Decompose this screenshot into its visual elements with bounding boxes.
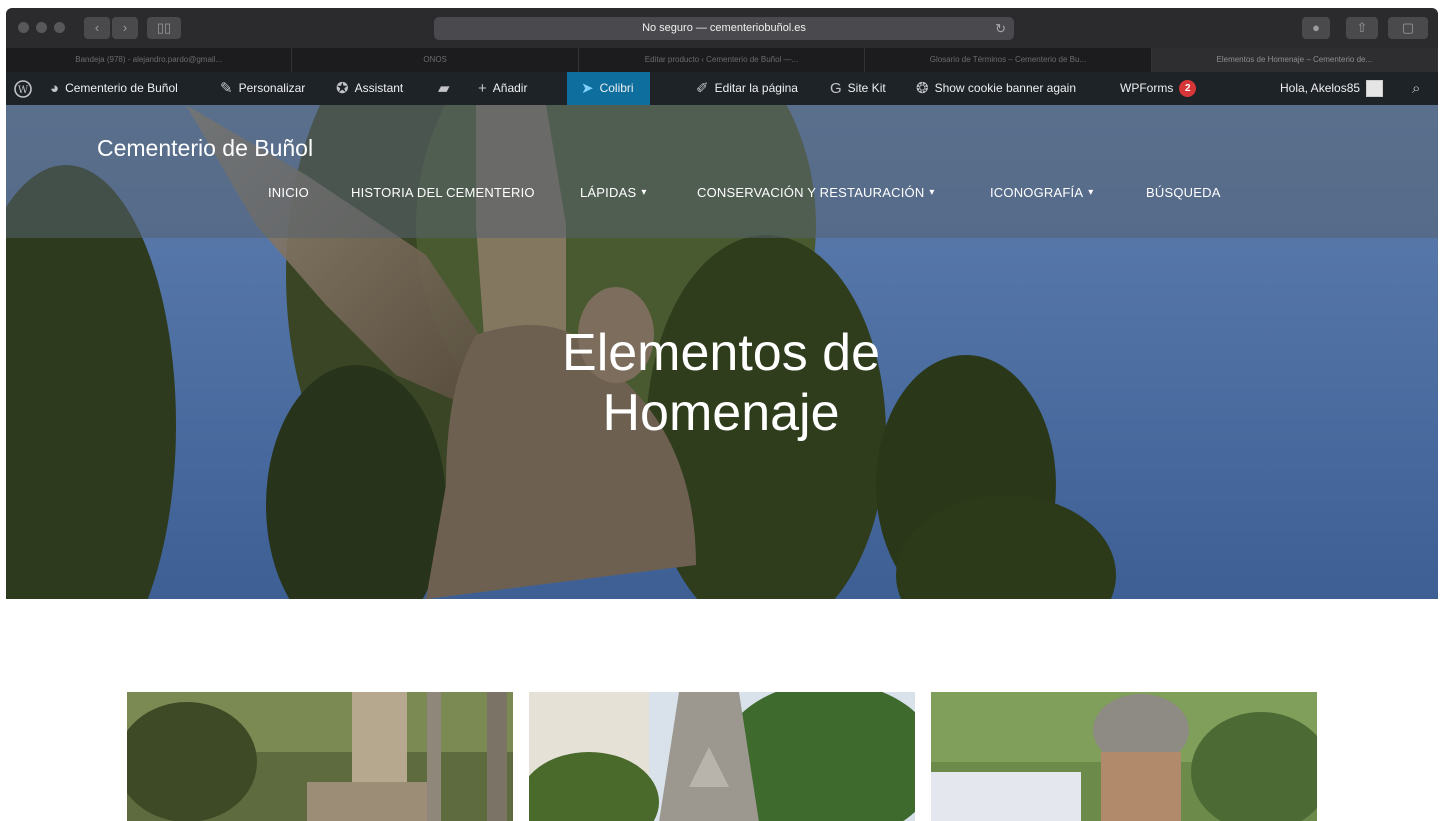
cookie-icon: ❂	[916, 80, 929, 97]
address-bar[interactable]: No seguro — cementeriobuñol.es ↻	[434, 17, 1014, 40]
admin-wpforms[interactable]: WPForms 2	[1120, 72, 1197, 105]
gallery-image	[529, 692, 915, 821]
header-overlay	[6, 105, 1438, 238]
wordpress-logo-icon[interactable]: W	[14, 72, 32, 105]
tab-bar: Bandeja (978) - alejandro.pardo@gmail...…	[6, 48, 1438, 72]
nav-item-busqueda[interactable]: BÚSQUEDA	[1146, 185, 1221, 200]
address-text: No seguro — cementeriobuñol.es	[642, 22, 806, 34]
admin-comments[interactable]: ▰	[438, 72, 450, 105]
page-title: Elementos de Homenaje	[436, 323, 1006, 443]
reload-icon[interactable]: ↻	[995, 17, 1006, 40]
browser-tab-active[interactable]: Elementos de Homenaje – Cementerio de...	[1151, 48, 1438, 72]
colibri-icon: ➤	[581, 80, 594, 97]
nav-item-iconografia[interactable]: ICONOGRAFÍA ▾	[990, 185, 1093, 200]
nav-item-historia[interactable]: HISTORIA DEL CEMENTERIO	[351, 185, 535, 200]
wpforms-count-badge: 2	[1179, 80, 1197, 97]
admin-add-new[interactable]: + Añadir	[478, 72, 527, 105]
gallery-card-3[interactable]	[931, 692, 1317, 821]
gallery-card-2[interactable]	[529, 692, 915, 821]
gallery-image	[931, 692, 1317, 821]
share-button[interactable]: ⇧	[1346, 17, 1378, 39]
chevron-down-icon: ▾	[929, 187, 935, 198]
gallery-image	[127, 692, 513, 821]
browser-toolbar: ‹ › ▯▯ No seguro — cementeriobuñol.es ↻ …	[6, 8, 1438, 48]
site-title[interactable]: Cementerio de Buñol	[97, 135, 313, 162]
forward-button[interactable]: ›	[112, 17, 138, 39]
nav-item-lapidas[interactable]: LÁPIDAS ▾	[580, 185, 647, 200]
tab-overview-button[interactable]: ▢	[1388, 17, 1428, 39]
assistant-icon: ✪	[336, 80, 349, 97]
admin-edit-page[interactable]: ✐ Editar la página	[696, 72, 798, 105]
close-window-button[interactable]	[18, 22, 29, 33]
minimize-window-button[interactable]	[36, 22, 47, 33]
browser-tab[interactable]: Bandeja (978) - alejandro.pardo@gmail...	[6, 48, 293, 72]
page-title-line1: Elementos de	[562, 324, 880, 382]
content-section	[6, 599, 1438, 821]
comment-icon: ▰	[438, 80, 450, 97]
browser-window: ‹ › ▯▯ No seguro — cementeriobuñol.es ↻ …	[6, 8, 1438, 821]
admin-assistant[interactable]: ✪ Assistant	[336, 72, 403, 105]
back-button[interactable]: ‹	[84, 17, 110, 39]
browser-tab[interactable]: ONOS	[292, 48, 579, 72]
google-icon: G	[830, 80, 842, 97]
avatar	[1366, 80, 1384, 97]
hero-section: Cementerio de Buñol INICIO HISTORIA DEL …	[6, 105, 1438, 599]
admin-account[interactable]: Hola, Akelos85	[1280, 72, 1384, 105]
admin-colibri[interactable]: ➤ Colibri	[567, 72, 650, 105]
wp-admin-bar: W ◕ Cementerio de Buñol ✎ Personalizar ✪…	[6, 72, 1438, 105]
chevron-down-icon: ▾	[641, 187, 647, 198]
admin-search-icon[interactable]: ⌕	[1412, 72, 1420, 105]
browser-tab[interactable]: Editar producto ‹ Cementerio de Buñol —.…	[579, 48, 866, 72]
admin-site-kit[interactable]: G Site Kit	[830, 72, 886, 105]
svg-text:W: W	[18, 85, 29, 96]
page-title-line2: Homenaje	[602, 384, 840, 442]
pencil-icon: ✐	[696, 80, 709, 97]
browser-tab[interactable]: Glosario de Términos – Cementerio de Bu.…	[865, 48, 1152, 72]
nav-item-inicio[interactable]: INICIO	[268, 185, 309, 200]
plus-icon: +	[478, 80, 487, 97]
nav-item-conservacion[interactable]: CONSERVACIÓN Y RESTAURACIÓN ▾	[697, 185, 935, 200]
admin-site-name[interactable]: ◕ Cementerio de Buñol	[50, 72, 178, 105]
gallery-card-1[interactable]	[127, 692, 513, 821]
admin-customize[interactable]: ✎ Personalizar	[220, 72, 305, 105]
dashboard-icon: ◕	[50, 80, 60, 97]
zoom-window-button[interactable]	[54, 22, 65, 33]
brush-icon: ✎	[220, 80, 233, 97]
downloads-button[interactable]: ●	[1302, 17, 1330, 39]
admin-cookie-banner[interactable]: ❂ Show cookie banner again	[916, 72, 1076, 105]
chevron-down-icon: ▾	[1088, 187, 1094, 198]
sidebar-toggle-button[interactable]: ▯▯	[147, 17, 181, 39]
